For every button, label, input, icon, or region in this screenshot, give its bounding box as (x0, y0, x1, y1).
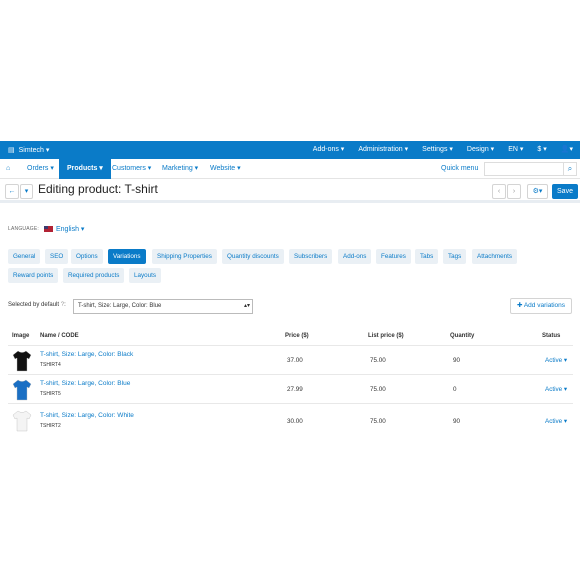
tab-shipping[interactable]: Shipping Properties (152, 249, 217, 264)
language-label: LANGUAGE: (8, 226, 39, 232)
tshirt-shape (12, 410, 32, 432)
variation-name[interactable]: T-shirt, Size: Large, Color: White (40, 412, 134, 419)
tshirt-image (12, 410, 32, 432)
home-icon[interactable]: ⌂ (0, 159, 16, 179)
table-row: T-shirt, Size: Large, Color: White TSHIR… (8, 403, 573, 435)
back-arrow-icon[interactable]: ← (5, 184, 19, 199)
tab-tags[interactable]: Tags (443, 249, 467, 264)
tab-variations[interactable]: Variations (108, 249, 146, 264)
variation-code: TSHIRT4 (40, 362, 61, 368)
variation-name[interactable]: T-shirt, Size: Large, Color: Blue (40, 380, 130, 387)
variation-name[interactable]: T-shirt, Size: Large, Color: Black (40, 351, 133, 358)
col-list-price: List price ($) (368, 333, 404, 339)
main-nav: ⌂ Orders ▾ Products ▾ Customers ▾ Market… (0, 159, 580, 179)
menu-language[interactable]: EN ▾ (501, 141, 530, 159)
variation-code: TSHIRT5 (40, 391, 61, 397)
page-title: Editing product: T-shirt (38, 182, 158, 196)
col-price: Price ($) (285, 333, 309, 339)
language-select[interactable]: English ▾ (44, 225, 84, 233)
quantity-input[interactable]: 90 (453, 357, 460, 364)
tshirt-shape (12, 350, 32, 372)
tshirt-image (12, 350, 32, 372)
price-input[interactable]: 37.00 (287, 357, 303, 364)
us-flag-icon (44, 226, 53, 232)
tab-tabs[interactable]: Tabs (415, 249, 439, 264)
toolbar: ← ▾ Editing product: T-shirt ‹ › ⚙▾ Save (0, 179, 580, 203)
quantity-input[interactable]: 90 (453, 418, 460, 425)
search-input[interactable] (484, 162, 564, 176)
gear-icon[interactable]: ⚙▾ (527, 184, 548, 199)
list-price-input[interactable]: 75.00 (370, 357, 386, 364)
add-variations-button[interactable]: ✚ Add variations (510, 298, 572, 314)
tab-general[interactable]: General (8, 249, 41, 264)
table-row: T-shirt, Size: Large, Color: Blue TSHIRT… (8, 374, 573, 403)
prev-icon[interactable]: ‹ (492, 184, 506, 199)
tshirt-image (12, 379, 32, 401)
selected-default-label: Selected by default ?: (8, 302, 66, 308)
menu-administration[interactable]: Administration ▾ (351, 141, 415, 159)
tshirt-shape (12, 379, 32, 401)
tab-subscribers[interactable]: Subscribers (289, 249, 333, 264)
tab-layouts[interactable]: Layouts (129, 268, 162, 283)
search-icon[interactable]: ⌕ (563, 162, 577, 176)
col-status: Status (542, 333, 561, 339)
status-dropdown[interactable]: Active ▾ (545, 386, 567, 393)
next-icon[interactable]: › (507, 184, 521, 199)
tab-reward-points[interactable]: Reward points (8, 268, 59, 283)
brand-menu[interactable]: ▤ Simtech ▾ (8, 146, 49, 154)
menu-addons[interactable]: Add-ons ▾ (306, 141, 352, 159)
status-dropdown[interactable]: Active ▾ (545, 357, 567, 364)
menu-design[interactable]: Design ▾ (460, 141, 501, 159)
tab-addons[interactable]: Add-ons (338, 249, 372, 264)
quantity-input[interactable]: 0 (453, 386, 457, 393)
quick-menu[interactable]: Quick menu (433, 159, 486, 179)
menu-settings[interactable]: Settings ▾ (415, 141, 460, 159)
nav-customers[interactable]: Customers ▾ (104, 159, 159, 179)
table-row: T-shirt, Size: Large, Color: Black TSHIR… (8, 345, 573, 374)
nav-website[interactable]: Website ▾ (202, 159, 249, 179)
user-icon[interactable]: 👤▾ (554, 141, 580, 159)
brand-label: Simtech (18, 147, 44, 154)
menu-currency[interactable]: $ ▾ (530, 141, 553, 159)
col-quantity: Quantity (450, 333, 475, 339)
list-price-input[interactable]: 75.00 (370, 418, 386, 425)
status-dropdown[interactable]: Active ▾ (545, 418, 567, 425)
chevron-icon: ▴▾ (243, 303, 250, 309)
price-input[interactable]: 27.99 (287, 386, 303, 393)
tab-features[interactable]: Features (376, 249, 411, 264)
nav-orders[interactable]: Orders ▾ (19, 159, 62, 179)
store-icon: ▤ (8, 147, 15, 154)
tab-required-products[interactable]: Required products (63, 268, 125, 283)
top-bar: ▤ Simtech ▾ Add-ons ▾ Administration ▾ Se… (0, 141, 580, 159)
variation-code: TSHIRT2 (40, 423, 61, 429)
col-name: Name / CODE (40, 333, 79, 339)
tab-seo[interactable]: SEO (45, 249, 69, 264)
col-image: Image (12, 333, 30, 339)
list-price-input[interactable]: 75.00 (370, 386, 386, 393)
help-icon[interactable]: ? (61, 302, 64, 308)
tab-quantity-discounts[interactable]: Quantity discounts (222, 249, 284, 264)
save-button[interactable]: Save (552, 184, 578, 199)
chevron-down-icon[interactable]: ▾ (20, 184, 33, 199)
tab-attachments[interactable]: Attachments (472, 249, 517, 264)
default-variation-select[interactable]: T-shirt, Size: Large, Color: Blue ▴▾ (73, 299, 253, 314)
nav-marketing[interactable]: Marketing ▾ (154, 159, 206, 179)
tab-options[interactable]: Options (71, 249, 103, 264)
price-input[interactable]: 30.00 (287, 418, 303, 425)
